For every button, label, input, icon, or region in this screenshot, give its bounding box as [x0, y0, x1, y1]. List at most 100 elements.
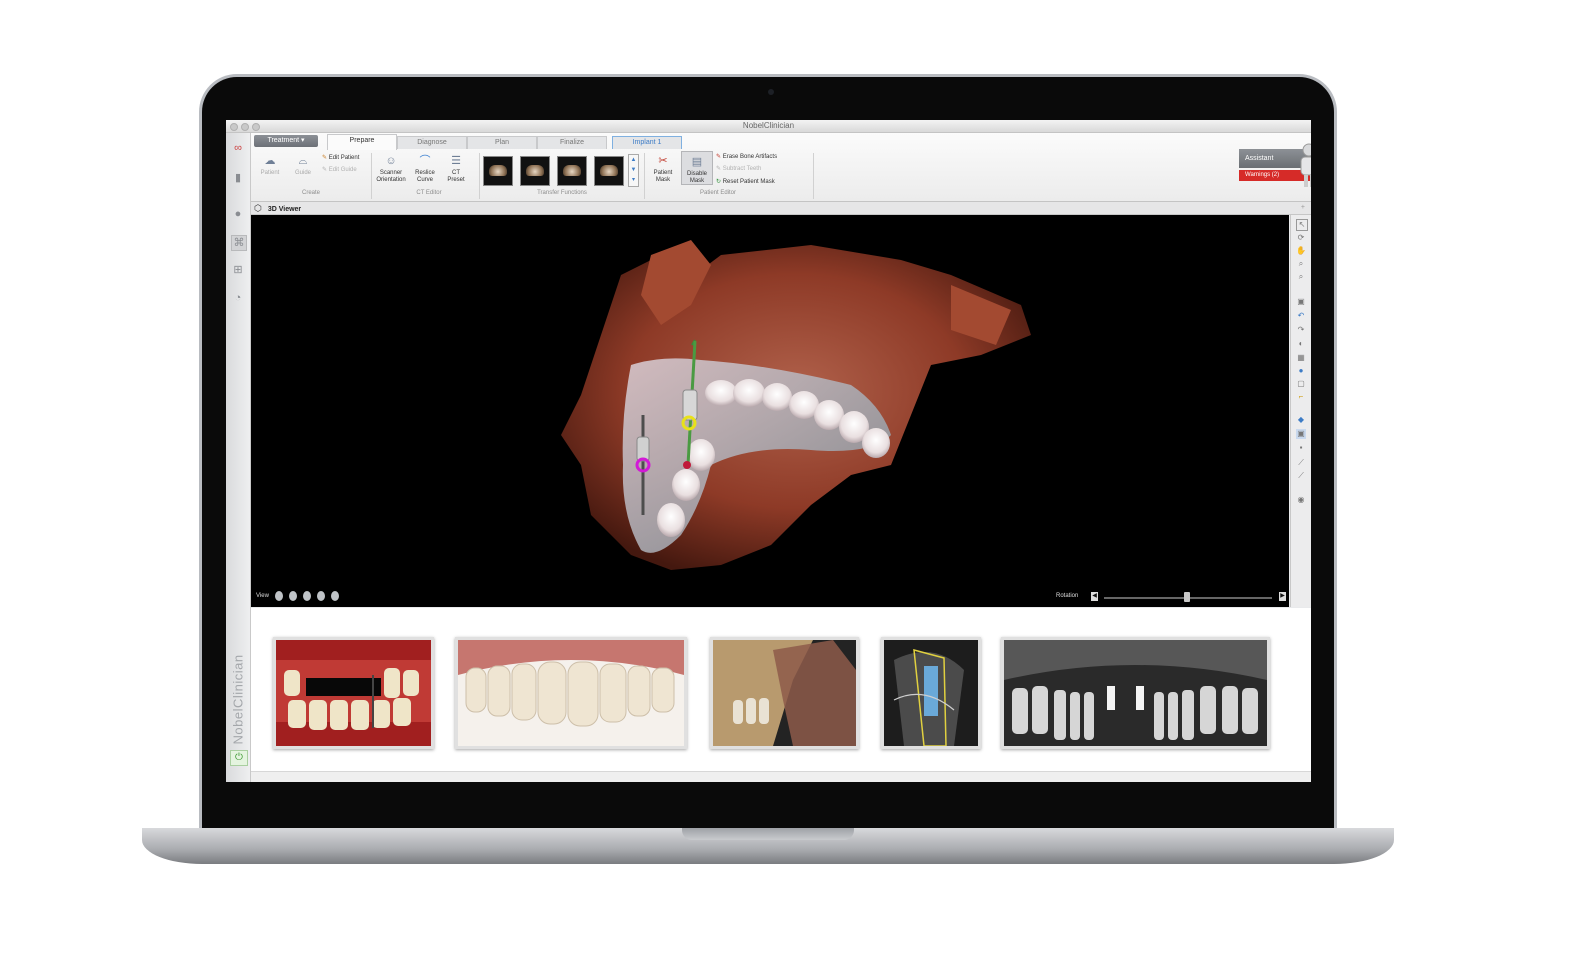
implant-tool-icon[interactable]: ◆ [1296, 415, 1306, 425]
disable-mask-icon: ▤ [691, 156, 703, 168]
nobel-logo-icon: ∞ [234, 142, 242, 154]
laptop-notch [682, 828, 854, 840]
treatment-menu[interactable]: Treatment ▾ [254, 135, 318, 147]
power-icon[interactable]: ⏻ [230, 750, 248, 766]
skull-thumb-icon [526, 165, 544, 176]
reslice-curve-label: Reslice Curve [415, 170, 435, 183]
patient-label: Patient [260, 170, 280, 176]
cube-icon: ⬡ [254, 203, 262, 213]
anchor-pin-icon[interactable]: ▣ [1296, 429, 1306, 439]
title-bar: NobelClinician [226, 120, 1311, 133]
intraoral-photo-thumbnail[interactable] [273, 637, 434, 749]
3d-viewer[interactable]: View Rotation ◀ ▶ [251, 215, 1289, 607]
transfer-function-3[interactable] [557, 156, 587, 186]
layers-icon[interactable]: ▦ [1296, 353, 1306, 363]
transfer-function-scroller[interactable]: ▲ ▼ ▾ [628, 154, 639, 187]
view-right-icon[interactable] [303, 591, 311, 601]
erase-bone-artifacts-label: Erase Bone Artifacts [722, 154, 778, 160]
patient-icon: ☁ [264, 155, 276, 167]
guide-icon: ⌓ [298, 155, 308, 167]
visibility-icon[interactable]: ● [1296, 366, 1306, 376]
person-icon[interactable]: ● [231, 207, 245, 221]
chat-icon[interactable]: ◔ [231, 291, 245, 305]
treatment-icon[interactable]: ⌘ [231, 235, 247, 251]
ct-editor-group-label: CT Editor [416, 190, 442, 196]
view-bottom-icon[interactable] [331, 591, 339, 601]
intraoral-photo [276, 640, 431, 746]
patient-editor-group-label: Patient Editor [699, 190, 737, 196]
guide-label: Guide [294, 170, 311, 176]
patient-mask-button[interactable]: ✂ Patient Mask [648, 154, 678, 184]
tab-prepare[interactable]: Prepare [327, 134, 397, 150]
select-tool-icon[interactable]: ↖ [1296, 219, 1308, 231]
undo-icon[interactable]: ↶ [1296, 311, 1306, 321]
guide-button[interactable]: ⌓ Guide [289, 154, 317, 177]
view-left-icon[interactable] [289, 591, 297, 601]
reset-patient-mask-button[interactable]: ↻ Reset Patient Mask [716, 178, 775, 185]
eye-icon[interactable]: ◉ [1296, 495, 1306, 505]
disable-mask-button[interactable]: ▤ Disable Mask [681, 151, 713, 185]
redo-icon[interactable]: ↷ [1296, 325, 1306, 335]
ct-preset-label: CT Preset [447, 170, 465, 183]
divider [371, 153, 372, 199]
edit-guide-label: Edit Guide [328, 167, 357, 173]
camera-icon[interactable]: ▢ [1296, 379, 1306, 389]
rotation-right-button[interactable]: ▶ [1279, 592, 1286, 601]
annotation-icon[interactable]: ⟋ [1296, 471, 1306, 481]
window-title: NobelClinician [742, 121, 795, 130]
brand-vertical-text: NobelClinician [230, 654, 246, 745]
ruler-icon[interactable]: ⌐ [1296, 392, 1306, 402]
ribbon-toolbar: Treatment ▾ Prepare Diagnose Plan Finali… [251, 133, 1311, 202]
abutment-icon[interactable]: ▪ [1296, 443, 1306, 453]
3d-rendering [713, 640, 856, 746]
tab-finalize[interactable]: Finalize [537, 136, 607, 149]
reslice-curve-button[interactable]: ⌒ Reslice Curve [410, 154, 440, 184]
transfer-function-2[interactable] [520, 156, 550, 186]
zoom-region-icon[interactable]: ⌕ [1296, 272, 1306, 282]
panoramic-xray [1004, 640, 1267, 746]
scanner-orientation-button[interactable]: ☺ Scanner Orientation [375, 154, 407, 184]
document-icon[interactable]: ▮ [231, 171, 245, 185]
tab-diagnose[interactable]: Diagnose [397, 136, 467, 149]
ct-preset-icon: ☰ [451, 155, 461, 167]
edit-guide-button[interactable]: ✎ Edit Guide [322, 166, 357, 173]
viewer-toolbar: ↖ ⟳ ✋ ⌕ ⌕ ▣ ↶ ↷ ◐ ▦ ● ▢ ⌐ ◆ ▣ ▪ ⟋ ⟋ ◉ [1290, 215, 1311, 607]
rotation-left-button[interactable]: ◀ [1091, 592, 1098, 601]
rotate-tool-icon[interactable]: ⟳ [1296, 233, 1306, 243]
edit-patient-button[interactable]: ✎ Edit Patient [322, 154, 359, 161]
cart-icon[interactable]: ⊞ [231, 263, 245, 277]
curve-icon: ⌒ [419, 155, 431, 167]
smile-photo-thumbnail[interactable] [455, 637, 687, 749]
view-front-icon[interactable] [275, 591, 283, 601]
divider [813, 153, 814, 199]
viewer-title: 3D Viewer [267, 206, 302, 213]
ct-preset-button[interactable]: ☰ CT Preset [444, 154, 468, 184]
view-top-icon[interactable] [317, 591, 325, 601]
divider [644, 153, 645, 199]
transfer-function-4[interactable] [594, 156, 624, 186]
patient-mask-label: Patient Mask [653, 170, 673, 183]
subtract-teeth-button[interactable]: ✎ Subtract Teeth [716, 165, 761, 172]
transfer-function-1[interactable] [483, 156, 513, 186]
tab-plan[interactable]: Plan [467, 136, 537, 149]
save-icon[interactable]: ▣ [1296, 297, 1306, 307]
erase-bone-artifacts-button[interactable]: ✎ Erase Bone Artifacts [716, 153, 777, 160]
tab-implant-1[interactable]: Implant 1 [612, 136, 682, 149]
pan-tool-icon[interactable]: ✋ [1296, 246, 1306, 256]
ct-slice-thumbnail[interactable] [881, 637, 981, 749]
zoom-tool-icon[interactable]: ⌕ [1296, 259, 1306, 269]
patient-button[interactable]: ☁ Patient [256, 154, 284, 177]
reset-patient-mask-label: Reset Patient Mask [722, 179, 775, 185]
measure-icon[interactable]: ⟋ [1296, 458, 1306, 468]
treatment-label: Treatment [267, 137, 300, 144]
add-view-icon[interactable]: + [1301, 202, 1305, 214]
rotation-slider-thumb[interactable] [1184, 592, 1190, 602]
subtract-teeth-label: Subtract Teeth [722, 166, 762, 172]
3d-rendering-thumbnail[interactable] [710, 637, 859, 749]
contrast-icon[interactable]: ◐ [1296, 339, 1306, 349]
skull-thumb-icon [489, 165, 507, 176]
horizontal-scrollbar[interactable] [251, 771, 1311, 782]
image-thumbnail-strip [251, 608, 1311, 782]
panoramic-xray-thumbnail[interactable] [1001, 637, 1270, 749]
divider [479, 153, 480, 199]
